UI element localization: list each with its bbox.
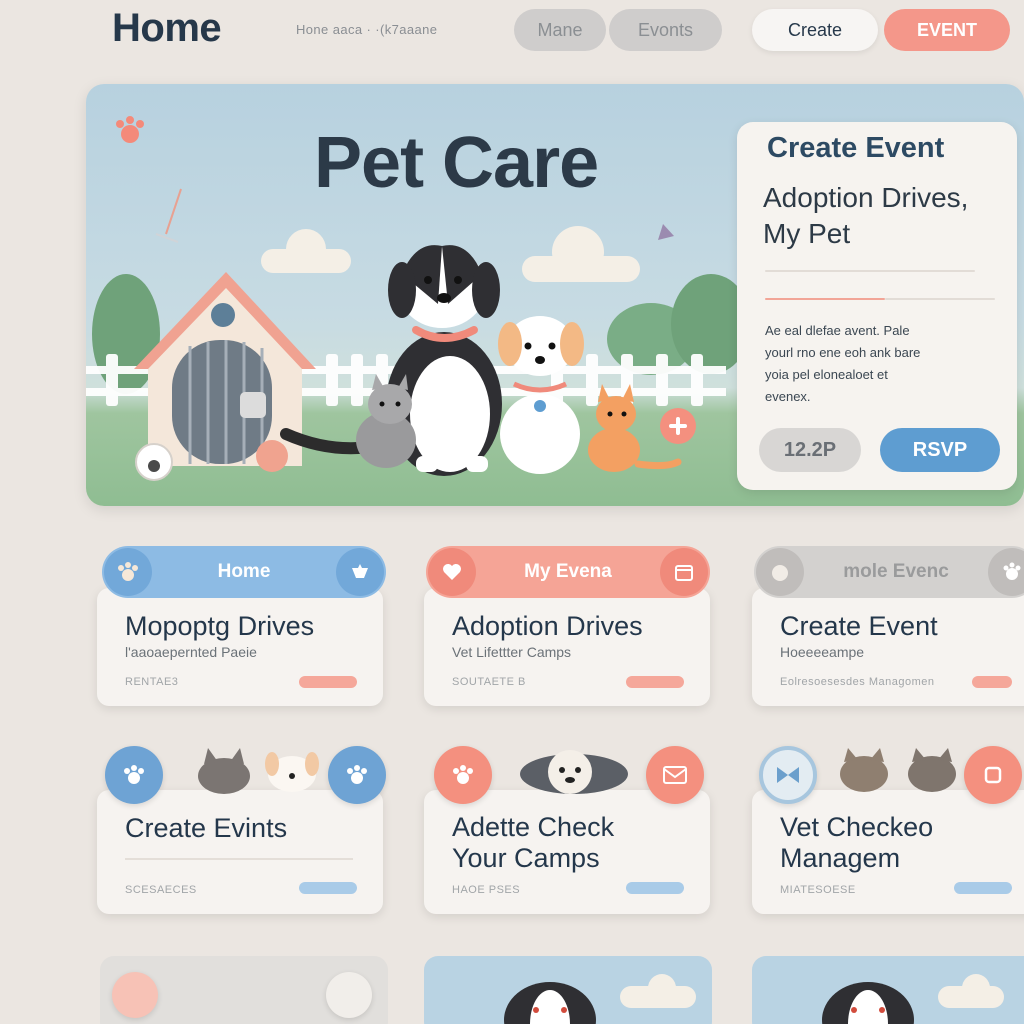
paw-icon[interactable] [964, 746, 1022, 804]
card-footer: SCESAECES [125, 884, 197, 896]
panel-subtitle-line: My Pet [763, 218, 851, 249]
paw-icon[interactable] [328, 746, 386, 804]
panel-description: Ae eal dlefae avent. Pale yourl rno ene … [765, 320, 995, 408]
nav-button-mane[interactable]: Mane [514, 9, 606, 51]
cloud-icon [938, 974, 1004, 1008]
card-subtitle: Hoeeeeampe [780, 644, 865, 660]
card-subtitle: Vet Lifettter Camps [452, 644, 572, 660]
card-home[interactable]: Mopoptg Drives l'aaoaepernted Paeie RENT… [97, 588, 383, 706]
create-button[interactable]: Create [752, 9, 878, 51]
card-create-event[interactable]: Create Event Hoeeeeampe Eolresoesesdes M… [752, 588, 1024, 706]
card-footer: Eolresoesesdes Managomen [780, 676, 935, 688]
panel-title: Create Event [767, 132, 945, 164]
card-header-more-events[interactable]: mole Evenc [754, 546, 1024, 598]
paw-icon[interactable] [434, 746, 492, 804]
page-title: Home [112, 6, 222, 50]
dog-icon [756, 548, 804, 596]
card-adoption-check[interactable]: Adette Check Your Camps HAOE PSES [424, 790, 710, 914]
progress-bar [765, 298, 885, 300]
card-header-label: Home [217, 561, 271, 582]
cat-icon [198, 748, 250, 794]
hero-title: Pet Care [314, 123, 599, 203]
paw-icon [104, 548, 152, 596]
card-progress [626, 676, 684, 688]
card-title: Vet Checkeo Managem [780, 812, 1024, 874]
panel-subtitle: Adoption Drives, My Pet [763, 180, 1013, 252]
description-line: yoia pel elonealoet et [765, 367, 888, 382]
card-header-label: My Evena [524, 561, 612, 582]
dog-icon [504, 982, 596, 1024]
dog-icon [265, 752, 319, 792]
paw-icon[interactable] [105, 746, 163, 804]
divider [765, 270, 975, 272]
description-line: Ae eal dlefae avent. Pale [765, 323, 910, 338]
dog-icon [336, 548, 384, 596]
heart-icon [428, 548, 476, 596]
cat-icon [840, 748, 888, 792]
bowtie-icon[interactable] [759, 746, 817, 804]
dog-icon [822, 982, 914, 1024]
card-progress [972, 676, 1012, 688]
card-title: Create Evints [125, 813, 288, 843]
create-event-panel: Create Event Adoption Drives, My Pet Ae … [737, 122, 1017, 490]
rsvp-button[interactable]: RSVP [880, 428, 1000, 472]
card-title: Create Event [780, 611, 938, 641]
edit-icon[interactable] [326, 972, 372, 1018]
card-my-events[interactable]: Adoption Drives Vet Lifettter Camps SOUT… [424, 588, 710, 706]
card-title: Adette Check Your Camps [452, 812, 702, 874]
paw-icon [988, 548, 1024, 596]
card-title: Adoption Drives [452, 611, 643, 641]
heart-icon [660, 408, 696, 444]
card-create-events[interactable]: Create Evints SCESAECES [97, 790, 383, 914]
pets-illustration [840, 748, 956, 792]
description-line: evenex. [765, 389, 811, 404]
cloud-icon [620, 974, 696, 1008]
card-title-line: Adette Check [452, 812, 615, 842]
card-footer: RENTAE3 [125, 676, 179, 688]
card-header-label: mole Evenc [843, 561, 949, 582]
card-footer: HAOE PSES [452, 884, 521, 896]
card-title-line: Managem [780, 843, 901, 873]
pets-illustration [198, 748, 319, 794]
top-bar: Home Hone aaca · ·(k7aaane Mane Evonts C… [0, 0, 1024, 62]
card-footer: MIATESOESE [780, 884, 856, 896]
panel-subtitle-line: Adoption Drives, [763, 182, 969, 213]
paw-icon [116, 116, 144, 143]
hero-banner: Pet Care Create Event Adoption Drives, M… [86, 84, 1024, 506]
nav-button-events[interactable]: Evonts [609, 9, 722, 51]
card-progress [954, 882, 1012, 894]
description-line: yourl rno ene eoh ank bare [765, 345, 921, 360]
card-header-my-events[interactable]: My Evena [426, 546, 710, 598]
card-title: Mopoptg Drives [125, 611, 315, 641]
event-button[interactable]: EVENT [884, 9, 1010, 51]
divider [125, 858, 353, 860]
dog-icon [520, 750, 628, 794]
cat-icon [908, 748, 956, 792]
card-title-line: Vet Checkeo [780, 812, 934, 842]
card-header-home[interactable]: Home [102, 546, 386, 598]
card-vet-checkup[interactable]: Vet Checkeo Managem MIATESOESE [752, 790, 1024, 914]
attendee-count-button[interactable]: 12.2P [759, 428, 861, 472]
mail-icon[interactable] [646, 746, 704, 804]
paw-icon[interactable] [112, 972, 158, 1018]
card-title-line: Your Camps [452, 843, 600, 873]
card-progress [299, 882, 357, 894]
card-subtitle: l'aaoaepernted Paeie [125, 644, 257, 660]
card-progress [626, 882, 684, 894]
card-footer: SOUTAETE B [452, 676, 526, 688]
breadcrumb[interactable]: Hone aaca · ·(k7aaane [296, 22, 437, 37]
card-progress [299, 676, 357, 688]
calendar-icon [660, 548, 708, 596]
progress-track [885, 298, 995, 300]
